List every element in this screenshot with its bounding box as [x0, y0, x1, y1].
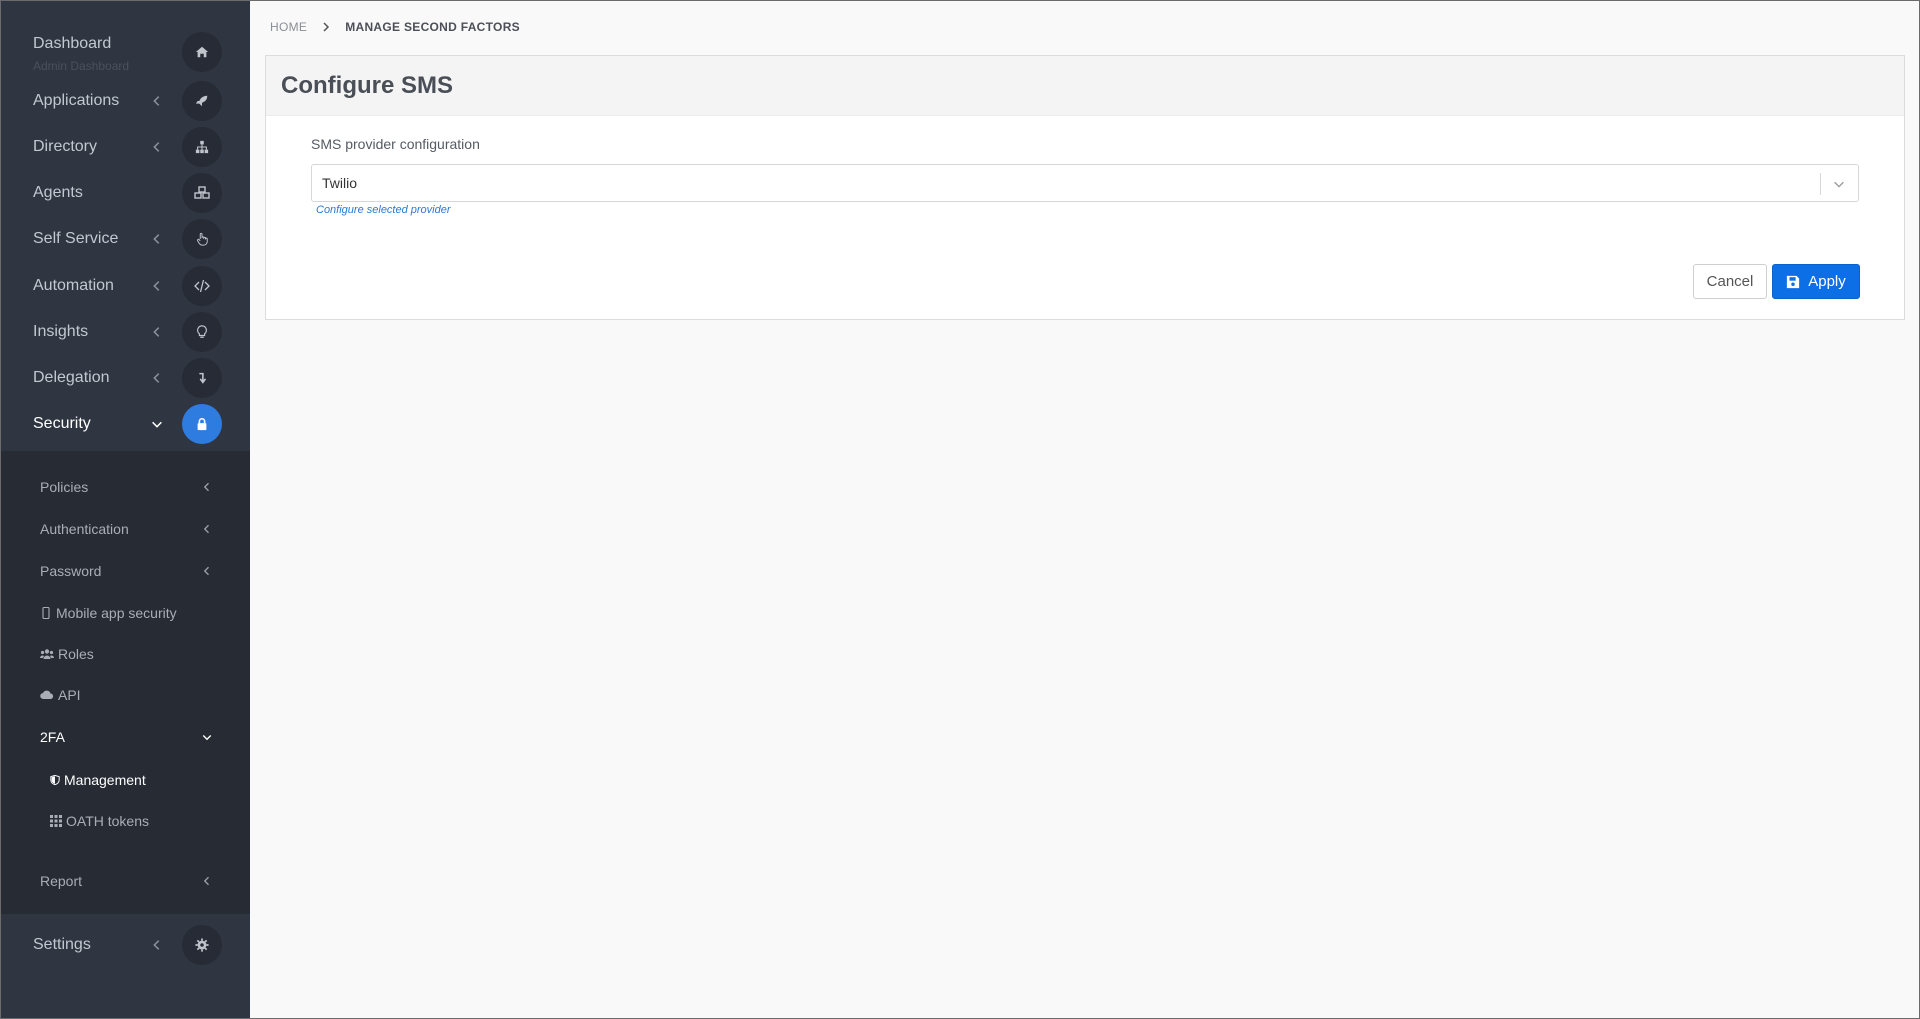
sub-item-label-wrap: Management	[50, 772, 146, 788]
sub-item-api[interactable]: API	[0, 678, 250, 712]
dashboard-subtitle: Admin Dashboard	[33, 59, 130, 73]
sub-item-label: Authentication	[40, 521, 129, 537]
sidebar: Dashboard Admin Dashboard Applications D…	[0, 0, 250, 1019]
sidebar-item-delegation[interactable]: Delegation	[0, 355, 250, 401]
sub-item-label-wrap: OATH tokens	[50, 813, 149, 829]
grid-icon	[50, 815, 62, 827]
chevron-left-icon	[153, 373, 160, 383]
sidebar-item-security[interactable]: Security	[0, 401, 250, 447]
sub-item-management[interactable]: Management	[0, 763, 250, 797]
gear-icon	[182, 925, 222, 965]
shield-icon	[50, 774, 60, 786]
chevron-left-icon	[153, 234, 160, 244]
sidebar-item-label: Insights	[33, 323, 89, 340]
apply-label: Apply	[1808, 273, 1846, 290]
home-icon	[182, 32, 222, 72]
sub-item-label: Policies	[40, 479, 89, 495]
sub-item-label-wrap: API	[40, 687, 81, 703]
chevron-left-icon	[153, 142, 160, 152]
lock-icon	[182, 404, 222, 444]
configure-sms-panel: Configure SMS SMS provider configuration…	[265, 55, 1905, 320]
chevron-down-icon	[152, 421, 162, 428]
sub-item-label: Roles	[58, 646, 94, 662]
apply-button[interactable]: Apply	[1772, 264, 1860, 299]
level-down-icon	[182, 358, 222, 398]
page-title: Configure SMS	[281, 71, 453, 99]
chevron-left-icon	[153, 281, 160, 291]
sidebar-item-directory[interactable]: Directory	[0, 124, 250, 170]
save-icon	[1787, 275, 1800, 288]
sub-item-label: OATH tokens	[66, 813, 149, 829]
chevron-left-icon	[153, 327, 160, 337]
sidebar-item-label: Self Service	[33, 230, 119, 247]
sub-item-2fa[interactable]: 2FA	[0, 720, 250, 754]
sms-provider-select[interactable]: Twilio	[311, 164, 1859, 202]
cancel-button[interactable]: Cancel	[1693, 264, 1767, 299]
chevron-down-icon[interactable]	[1832, 177, 1846, 191]
sidebar-item-applications[interactable]: Applications	[0, 78, 250, 124]
hand-pointer-icon	[182, 219, 222, 259]
breadcrumb-current: MANAGE SECOND FACTORS	[345, 20, 520, 34]
sidebar-item-label: Directory	[33, 138, 98, 155]
chevron-left-icon	[153, 940, 160, 950]
sub-item-label: 2FA	[40, 729, 65, 745]
sub-item-roles[interactable]: Roles	[0, 637, 250, 671]
chevron-left-icon	[203, 876, 209, 886]
security-submenu: Policies Authentication Password Mobile …	[0, 451, 250, 914]
sub-item-label: Management	[64, 772, 146, 788]
cloud-icon	[40, 690, 54, 700]
sub-item-report[interactable]: Report	[0, 864, 250, 898]
chevron-left-icon	[203, 524, 209, 534]
mobile-icon	[42, 607, 50, 619]
sidebar-item-label: Applications	[33, 92, 120, 109]
panel-header: Configure SMS	[266, 56, 1904, 116]
sub-item-authentication[interactable]: Authentication	[0, 512, 250, 546]
chevron-right-icon	[323, 22, 330, 32]
code-icon	[182, 266, 222, 306]
sidebar-item-label: Delegation	[33, 369, 110, 386]
chevron-down-icon	[202, 735, 212, 741]
sub-item-oath-tokens[interactable]: OATH tokens	[0, 804, 250, 838]
select-divider	[1820, 173, 1821, 195]
select-value: Twilio	[322, 175, 358, 191]
configure-provider-link[interactable]: Configure selected provider	[316, 204, 451, 216]
sidebar-item-label: Security	[33, 415, 91, 432]
sidebar-item-settings[interactable]: Settings	[0, 922, 250, 968]
chevron-left-icon	[203, 482, 209, 492]
rocket-icon	[182, 81, 222, 121]
sidebar-item-automation[interactable]: Automation	[0, 263, 250, 309]
sub-item-label: API	[58, 687, 81, 703]
sidebar-item-agents[interactable]: Agents	[0, 170, 250, 216]
sub-item-label-wrap: Mobile app security	[40, 605, 177, 621]
sms-provider-label: SMS provider configuration	[311, 136, 480, 152]
breadcrumb-home[interactable]: HOME	[270, 20, 307, 34]
breadcrumb: HOME MANAGE SECOND FACTORS	[270, 20, 520, 34]
users-icon	[40, 649, 54, 659]
sidebar-item-label: Agents	[33, 184, 83, 201]
chevron-left-icon	[153, 96, 160, 106]
sub-item-label: Mobile app security	[56, 605, 177, 621]
sub-item-label: Password	[40, 563, 102, 579]
sub-item-mobile-app-security[interactable]: Mobile app security	[0, 596, 250, 630]
chevron-left-icon	[203, 566, 209, 576]
sub-item-password[interactable]: Password	[0, 554, 250, 588]
sub-item-label-wrap: Roles	[40, 646, 94, 662]
sitemap-icon	[182, 127, 222, 167]
sidebar-item-self-service[interactable]: Self Service	[0, 216, 250, 262]
sidebar-item-label: Dashboard	[33, 35, 112, 52]
sidebar-item-label: Automation	[33, 277, 114, 294]
sidebar-item-label: Settings	[33, 936, 91, 953]
lightbulb-icon	[182, 312, 222, 352]
sidebar-item-insights[interactable]: Insights	[0, 309, 250, 355]
cubes-icon	[182, 173, 222, 213]
sub-item-label: Report	[40, 873, 83, 889]
sub-item-policies[interactable]: Policies	[0, 470, 250, 504]
